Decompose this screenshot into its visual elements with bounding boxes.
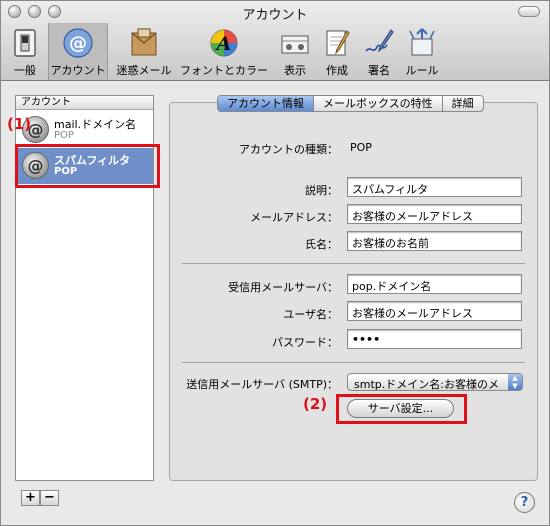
signature-icon	[365, 29, 394, 53]
svg-text:@: @	[69, 33, 87, 54]
window-title: アカウント	[242, 8, 308, 23]
annotation-label-2: (2)	[303, 395, 328, 413]
email-field[interactable]: お客様のメールアドレス	[347, 204, 522, 224]
separator	[182, 263, 525, 264]
toolbar-junk-mail[interactable]: 迷惑メール	[114, 27, 174, 77]
toolbar-signatures[interactable]: 署名	[363, 27, 395, 77]
email-label: メールアドレス：	[250, 211, 338, 224]
preferences-window: アカウント 一般 @ アカウント 迷惑メール A フォントとカラー 表示 作成 …	[0, 0, 550, 526]
toolbar-label-junk-mail: 迷惑メール	[116, 64, 172, 77]
username-field[interactable]: お客様のメールアドレス	[347, 301, 522, 321]
toolbar-label-view: 表示	[284, 64, 306, 77]
toolbar-general[interactable]: 一般	[7, 27, 43, 77]
annotation-box-1	[15, 144, 160, 188]
remove-account-button[interactable]: −	[40, 490, 59, 506]
annotation-label-1: (1)	[7, 115, 32, 133]
toolbar-label-general: 一般	[14, 64, 36, 77]
tab-account-info[interactable]: アカウント情報	[218, 96, 314, 111]
outgoing-server-select[interactable]: smtp.ドメイン名:お客様のメ ▲ ▼	[347, 373, 523, 391]
tab-mailbox-behaviors[interactable]: メールボックスの特性	[314, 96, 443, 111]
toolbar-toggle-button[interactable]	[518, 6, 540, 17]
switch-icon	[14, 29, 36, 57]
outgoing-server-label: 送信用メールサーバ (SMTP)：	[186, 378, 338, 391]
username-label: ユーザ名：	[283, 308, 338, 321]
tab-bar: アカウント情報 メールボックスの特性 詳細	[217, 95, 484, 112]
incoming-server-label: 受信用メールサーバ：	[228, 281, 338, 294]
junk-mail-icon	[131, 28, 157, 56]
fullname-label: 氏名：	[305, 238, 338, 251]
rules-icon	[409, 28, 435, 56]
password-field[interactable]: ••••	[347, 329, 522, 349]
toolbar-label-rules: ルール	[405, 64, 439, 77]
server-settings-button[interactable]: サーバ設定...	[347, 399, 454, 418]
fullname-field[interactable]: お客様のお名前	[347, 231, 522, 251]
toolbar-accounts[interactable]: @ アカウント	[48, 23, 108, 80]
toolbar-fonts-colors[interactable]: A フォントとカラー	[179, 27, 269, 77]
view-icon	[281, 35, 309, 54]
toolbar-compose[interactable]: 作成	[321, 27, 353, 77]
title-bar: アカウント 一般 @ アカウント 迷惑メール A フォントとカラー 表示 作成 …	[1, 1, 549, 81]
toolbar-label-accounts: アカウント	[50, 64, 106, 77]
password-label: パスワード：	[272, 336, 338, 349]
account-type-value: POP	[350, 141, 372, 154]
account-item-mail-domain[interactable]: @ mail.ドメイン名 POP	[16, 112, 153, 148]
description-label: 説明：	[305, 184, 338, 197]
chevron-updown-icon: ▲ ▼	[508, 374, 522, 390]
accounts-list-header: アカウント	[16, 96, 153, 110]
at-sign-icon: @	[63, 28, 93, 58]
toolbar-label-compose: 作成	[326, 64, 348, 77]
add-account-button[interactable]: +	[21, 490, 40, 506]
svg-text:A: A	[215, 33, 232, 55]
help-button[interactable]: ?	[514, 492, 535, 513]
toolbar-rules[interactable]: ルール	[403, 27, 441, 77]
incoming-server-field[interactable]: pop.ドメイン名	[347, 274, 522, 294]
toolbar-label-fonts-colors: フォントとカラー	[180, 64, 268, 77]
description-field[interactable]: スパムフィルタ	[347, 177, 522, 197]
separator	[182, 362, 525, 363]
account-type-label: アカウントの種類：	[239, 143, 338, 156]
compose-icon	[326, 30, 350, 56]
tab-advanced[interactable]: 詳細	[443, 96, 483, 111]
toolbar-label-signatures: 署名	[368, 64, 390, 77]
outgoing-server-value: smtp.ドメイン名:お客様のメ	[354, 378, 499, 391]
account-type: POP	[54, 130, 74, 141]
font-color-icon: A	[210, 29, 238, 57]
toolbar-view[interactable]: 表示	[279, 27, 311, 77]
